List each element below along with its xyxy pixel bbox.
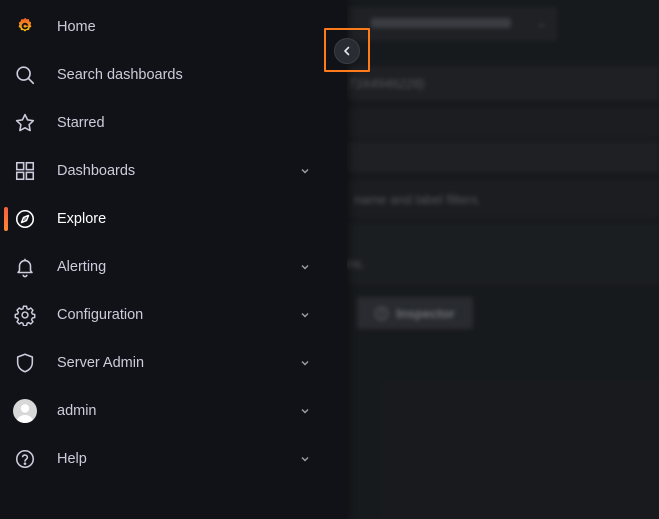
sidebar: Home Search dashboards Starred Dashboard…	[0, 0, 347, 519]
active-indicator	[4, 207, 8, 231]
sidebar-item-label: Alerting	[57, 259, 107, 275]
compass-icon	[13, 207, 37, 231]
avatar	[13, 399, 37, 423]
sidebar-item-alerting[interactable]: Alerting	[0, 243, 347, 291]
sidebar-item-label: Explore	[57, 211, 107, 227]
chevron-down-icon[interactable]	[299, 453, 311, 465]
chevron-down-icon[interactable]	[299, 165, 311, 177]
grafana-logo-icon	[13, 15, 37, 39]
sidebar-item-label: Server Admin	[57, 355, 145, 371]
sidebar-item-server-admin[interactable]: Server Admin	[0, 339, 347, 387]
sidebar-item-label: Configuration	[57, 307, 144, 323]
sidebar-item-home[interactable]: Home	[0, 3, 347, 51]
sidebar-item-profile[interactable]: admin	[0, 387, 347, 435]
sidebar-item-label: admin	[57, 403, 97, 419]
sidebar-item-dashboards[interactable]: Dashboards	[0, 147, 347, 195]
sidebar-item-label: Dashboards	[57, 163, 136, 179]
chevron-down-icon[interactable]	[299, 309, 311, 321]
sidebar-item-help[interactable]: Help	[0, 435, 347, 483]
question-circle-icon	[13, 447, 37, 471]
sidebar-item-label: Help	[57, 451, 87, 467]
sidebar-item-explore[interactable]: Explore	[0, 195, 347, 243]
sidebar-item-label: Search dashboards	[57, 67, 183, 83]
chevron-down-icon[interactable]	[299, 405, 311, 417]
star-icon	[13, 111, 37, 135]
sidebar-item-label: Starred	[57, 115, 105, 131]
chevron-left-icon	[344, 46, 350, 56]
collapse-menu-button[interactable]	[334, 38, 360, 64]
gear-icon	[13, 303, 37, 327]
bell-icon	[13, 255, 37, 279]
sidebar-item-search[interactable]: Search dashboards	[0, 51, 347, 99]
sidebar-item-starred[interactable]: Starred	[0, 99, 347, 147]
sidebar-item-label: Home	[57, 19, 96, 35]
shield-icon	[13, 351, 37, 375]
chevron-down-icon[interactable]	[299, 261, 311, 273]
sidebar-item-configuration[interactable]: Configuration	[0, 291, 347, 339]
apps-grid-icon	[13, 159, 37, 183]
search-icon	[13, 63, 37, 87]
chevron-down-icon[interactable]	[299, 357, 311, 369]
